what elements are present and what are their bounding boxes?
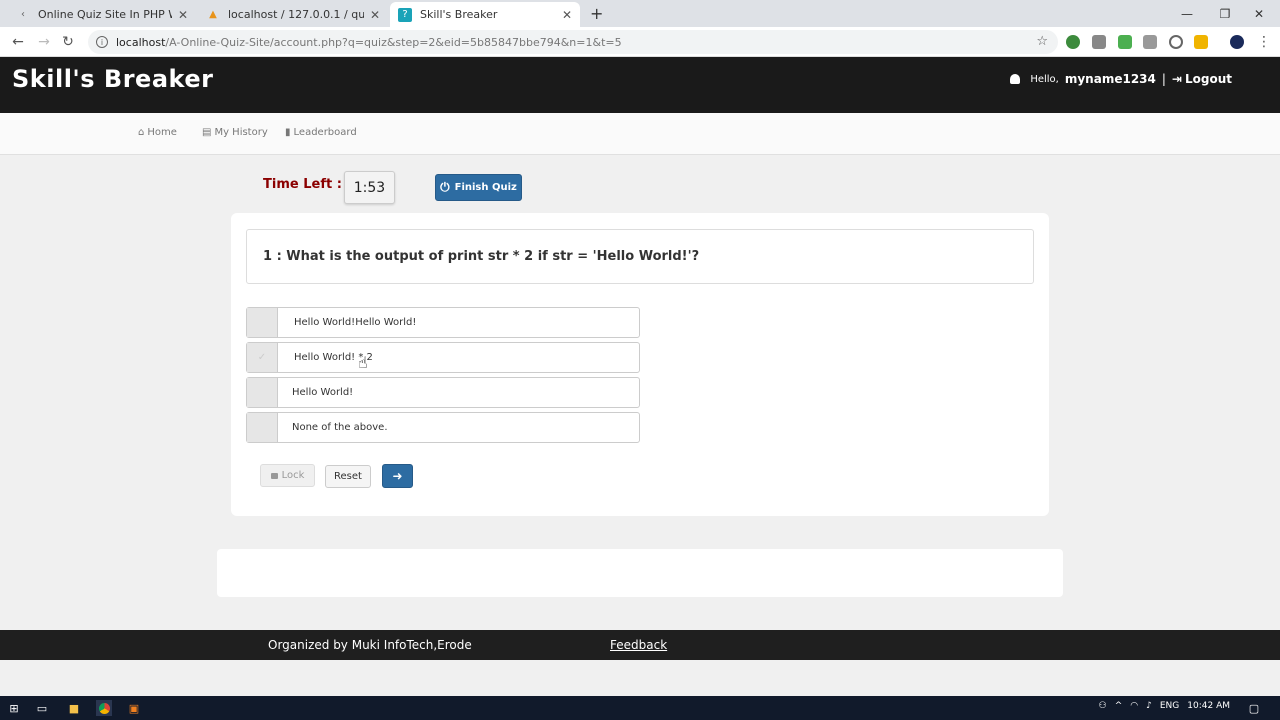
browser-tab[interactable]: ▲ localhost / 127.0.0.1 / quiz | php ✕ bbox=[198, 2, 388, 27]
lock-label: Lock bbox=[281, 470, 305, 481]
question-favicon-icon: ? bbox=[398, 7, 412, 22]
tab-title: Skill's Breaker bbox=[420, 8, 498, 21]
menu-dots-icon[interactable]: ⋮ bbox=[1254, 32, 1274, 52]
option-label: Hello World!Hello World! bbox=[294, 317, 417, 328]
power-icon: ⏻ bbox=[440, 180, 450, 194]
tab-title: Online Quiz Site In PHP With Sou bbox=[38, 8, 172, 21]
user-icon bbox=[1010, 74, 1021, 84]
answer-option[interactable]: None of the above. bbox=[246, 412, 640, 443]
logout-label: Logout bbox=[1184, 72, 1232, 86]
extension-icon[interactable] bbox=[1066, 35, 1080, 49]
question-box: 1 : What is the output of print str * 2 … bbox=[246, 229, 1034, 284]
profile-avatar[interactable] bbox=[1230, 35, 1244, 49]
site-header: Skill's Breaker Hello, myname1234 | ⇥ Lo… bbox=[0, 57, 1280, 113]
option-label: Hello World! bbox=[292, 387, 354, 398]
nav-item-history[interactable]: ▤ My History bbox=[202, 127, 268, 138]
logout-link[interactable]: ⇥ Logout bbox=[1172, 72, 1232, 86]
forward-icon[interactable]: → bbox=[34, 32, 54, 52]
block-extension-icon[interactable] bbox=[1169, 35, 1183, 49]
notification-icon[interactable]: ▢ bbox=[1246, 700, 1262, 716]
hello-text: Hello, bbox=[1030, 73, 1059, 85]
chevron-up-icon[interactable]: ^ bbox=[1115, 701, 1123, 711]
shield-extension-icon[interactable] bbox=[1118, 35, 1132, 49]
file-explorer-icon[interactable]: ■ bbox=[66, 700, 82, 716]
finish-quiz-button[interactable]: ⏻ Finish Quiz bbox=[435, 174, 522, 201]
option-radio[interactable] bbox=[247, 413, 278, 442]
browser-toolbar: ← → ↻ i localhost/A-Online-Quiz-Site/acc… bbox=[0, 27, 1280, 57]
answer-option[interactable]: Hello World! bbox=[246, 377, 640, 408]
back-arrow-favicon-icon: ‹ bbox=[21, 9, 25, 20]
nav-label: Home bbox=[147, 127, 177, 138]
option-label: None of the above. bbox=[292, 422, 388, 433]
nav-item-leaderboard[interactable]: ▮ Leaderboard bbox=[285, 127, 357, 138]
option-radio[interactable]: ✓ bbox=[247, 343, 278, 372]
windows-start-icon[interactable]: ⊞ bbox=[6, 700, 22, 716]
answer-option[interactable]: ✓ Hello World! * 2 bbox=[246, 342, 640, 373]
next-button[interactable]: ➜ bbox=[382, 464, 413, 488]
site-footer: Organized by Muki InfoTech,Erode Feedbac… bbox=[0, 630, 1280, 660]
nav-label: Leaderboard bbox=[293, 127, 357, 138]
close-tab-icon[interactable]: ✕ bbox=[370, 8, 380, 22]
language-indicator[interactable]: ENG bbox=[1160, 701, 1179, 711]
url-path: /A-Online-Quiz-Site/account.php?q=quiz&s… bbox=[165, 35, 622, 49]
list-icon: ▤ bbox=[202, 127, 212, 138]
arrow-right-icon: ➜ bbox=[392, 469, 403, 483]
lower-panel bbox=[217, 549, 1063, 597]
separator: | bbox=[1161, 72, 1166, 86]
close-tab-icon[interactable]: ✕ bbox=[562, 8, 572, 22]
volume-icon[interactable]: ♪ bbox=[1146, 701, 1152, 711]
new-tab-button[interactable]: + bbox=[590, 4, 603, 23]
bookmark-star-icon[interactable]: ☆ bbox=[1036, 34, 1048, 49]
lock-icon bbox=[270, 472, 278, 479]
question-text: 1 : What is the output of print str * 2 … bbox=[263, 249, 700, 264]
hand-cursor-icon: ☝ bbox=[358, 353, 368, 372]
phpmyadmin-favicon-icon: ▲ bbox=[209, 9, 217, 20]
nav-item-home[interactable]: ⌂ Home bbox=[138, 127, 177, 138]
xampp-icon[interactable]: ▣ bbox=[126, 700, 142, 716]
system-tray: ⚇ ^ ◠ ♪ ENG 10:42 AM bbox=[1099, 701, 1230, 711]
extension-icon[interactable] bbox=[1143, 35, 1157, 49]
time-left-label: Time Left : bbox=[263, 177, 342, 192]
close-window-icon[interactable]: ✕ bbox=[1236, 0, 1280, 27]
main-nav: ⌂ Home ▤ My History ▮ Leaderboard bbox=[0, 113, 1280, 155]
nav-label: My History bbox=[214, 127, 268, 138]
organized-by-text: Organized by Muki InfoTech,Erode bbox=[268, 638, 472, 652]
reset-button[interactable]: Reset bbox=[325, 465, 371, 488]
bar-chart-icon: ▮ bbox=[285, 127, 291, 138]
people-icon[interactable]: ⚇ bbox=[1099, 701, 1107, 711]
tab-title: localhost / 127.0.0.1 / quiz | php bbox=[228, 8, 364, 21]
finish-label: Finish Quiz bbox=[454, 182, 517, 193]
home-icon: ⌂ bbox=[138, 127, 145, 138]
user-area: Hello, myname1234 | ⇥ Logout bbox=[1010, 72, 1232, 86]
countdown-timer: 1:53 bbox=[344, 171, 395, 204]
windows-taskbar: ⊞ ▭ ■ ▣ ⚇ ^ ◠ ♪ ENG 10:42 AM ▢ bbox=[0, 696, 1280, 720]
wifi-icon[interactable]: ◠ bbox=[1130, 701, 1138, 711]
camera-extension-icon[interactable] bbox=[1092, 35, 1106, 49]
answer-option[interactable]: Hello World!Hello World! bbox=[246, 307, 640, 338]
close-tab-icon[interactable]: ✕ bbox=[178, 8, 188, 22]
task-view-icon[interactable]: ▭ bbox=[34, 700, 50, 716]
feedback-link[interactable]: Feedback bbox=[610, 638, 667, 652]
back-icon[interactable]: ← bbox=[8, 32, 28, 52]
option-radio[interactable] bbox=[247, 308, 278, 337]
lock-button[interactable]: Lock bbox=[260, 464, 315, 487]
site-logo[interactable]: Skill's Breaker bbox=[12, 65, 213, 93]
chrome-icon[interactable] bbox=[96, 700, 112, 716]
browser-tab[interactable]: ‹ Online Quiz Site In PHP With Sou ✕ bbox=[8, 2, 196, 27]
url-host: localhost bbox=[116, 35, 166, 49]
browser-tab-active[interactable]: ? Skill's Breaker ✕ bbox=[390, 2, 580, 27]
username[interactable]: myname1234 bbox=[1065, 72, 1156, 86]
link-extension-icon[interactable] bbox=[1194, 35, 1208, 49]
reload-icon[interactable]: ↻ bbox=[58, 32, 78, 52]
option-radio[interactable] bbox=[247, 378, 278, 407]
clock[interactable]: 10:42 AM bbox=[1187, 701, 1230, 711]
browser-tab-strip: ‹ Online Quiz Site In PHP With Sou ✕ ▲ l… bbox=[0, 0, 1280, 27]
logout-icon: ⇥ bbox=[1171, 72, 1182, 86]
info-icon[interactable]: i bbox=[96, 36, 108, 48]
address-bar[interactable]: i localhost/A-Online-Quiz-Site/account.p… bbox=[88, 30, 1058, 54]
